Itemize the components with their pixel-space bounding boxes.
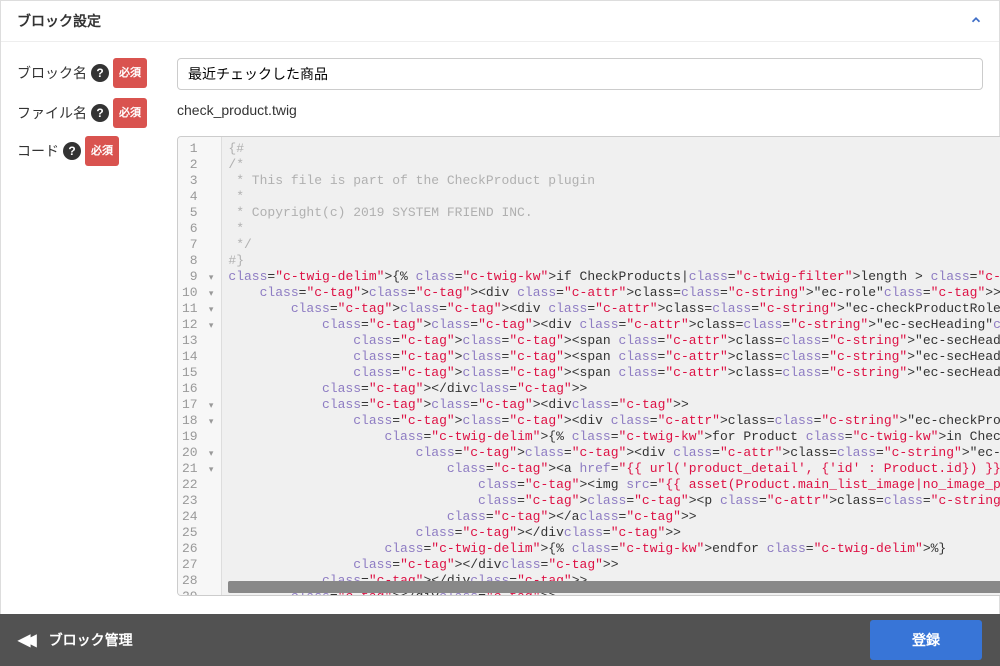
- panel-body: ブロック名 ? 必須 ファイル名 ? 必須 check_product.twig…: [1, 42, 999, 620]
- block-name-input[interactable]: [177, 58, 983, 90]
- required-badge: 必須: [113, 98, 147, 128]
- label-block-name: ブロック名 ? 必須: [17, 58, 177, 88]
- scrollbar-thumb[interactable]: [228, 581, 1000, 593]
- panel-header[interactable]: ブロック設定: [1, 1, 999, 42]
- scrollbar-horizontal[interactable]: [228, 581, 1000, 593]
- rewind-icon: ◀◀: [18, 630, 31, 650]
- help-icon[interactable]: ?: [91, 104, 109, 122]
- label-code: コード ? 必須: [17, 136, 177, 166]
- chevron-up-icon[interactable]: [969, 13, 983, 30]
- label-file-name: ファイル名 ? 必須: [17, 98, 177, 128]
- required-badge: 必須: [113, 58, 147, 88]
- code-area[interactable]: {#/* * This file is part of the CheckPro…: [222, 137, 1000, 595]
- file-name-text: check_product.twig: [177, 98, 983, 122]
- help-icon[interactable]: ?: [63, 142, 81, 160]
- block-settings-panel: ブロック設定 ブロック名 ? 必須 ファイル名 ? 必須 check_produ…: [0, 0, 1000, 621]
- footer-back[interactable]: ◀◀ ブロック管理: [18, 630, 133, 650]
- row-file-name: ファイル名 ? 必須 check_product.twig: [17, 98, 983, 128]
- required-badge: 必須: [85, 136, 119, 166]
- code-editor[interactable]: 1 2 3 4 5 6 7 8 9 ▾10 ▾11 ▾12 ▾13 14 15 …: [177, 136, 1000, 596]
- row-block-name: ブロック名 ? 必須: [17, 58, 983, 90]
- footer-bar: ◀◀ ブロック管理 登録: [0, 614, 1000, 666]
- code-gutter: 1 2 3 4 5 6 7 8 9 ▾10 ▾11 ▾12 ▾13 14 15 …: [178, 137, 222, 595]
- register-button[interactable]: 登録: [870, 620, 982, 660]
- help-icon[interactable]: ?: [91, 64, 109, 82]
- row-code: コード ? 必須 1 2 3 4 5 6 7 8 9 ▾10 ▾11 ▾12 ▾…: [17, 136, 983, 596]
- panel-title: ブロック設定: [17, 11, 101, 31]
